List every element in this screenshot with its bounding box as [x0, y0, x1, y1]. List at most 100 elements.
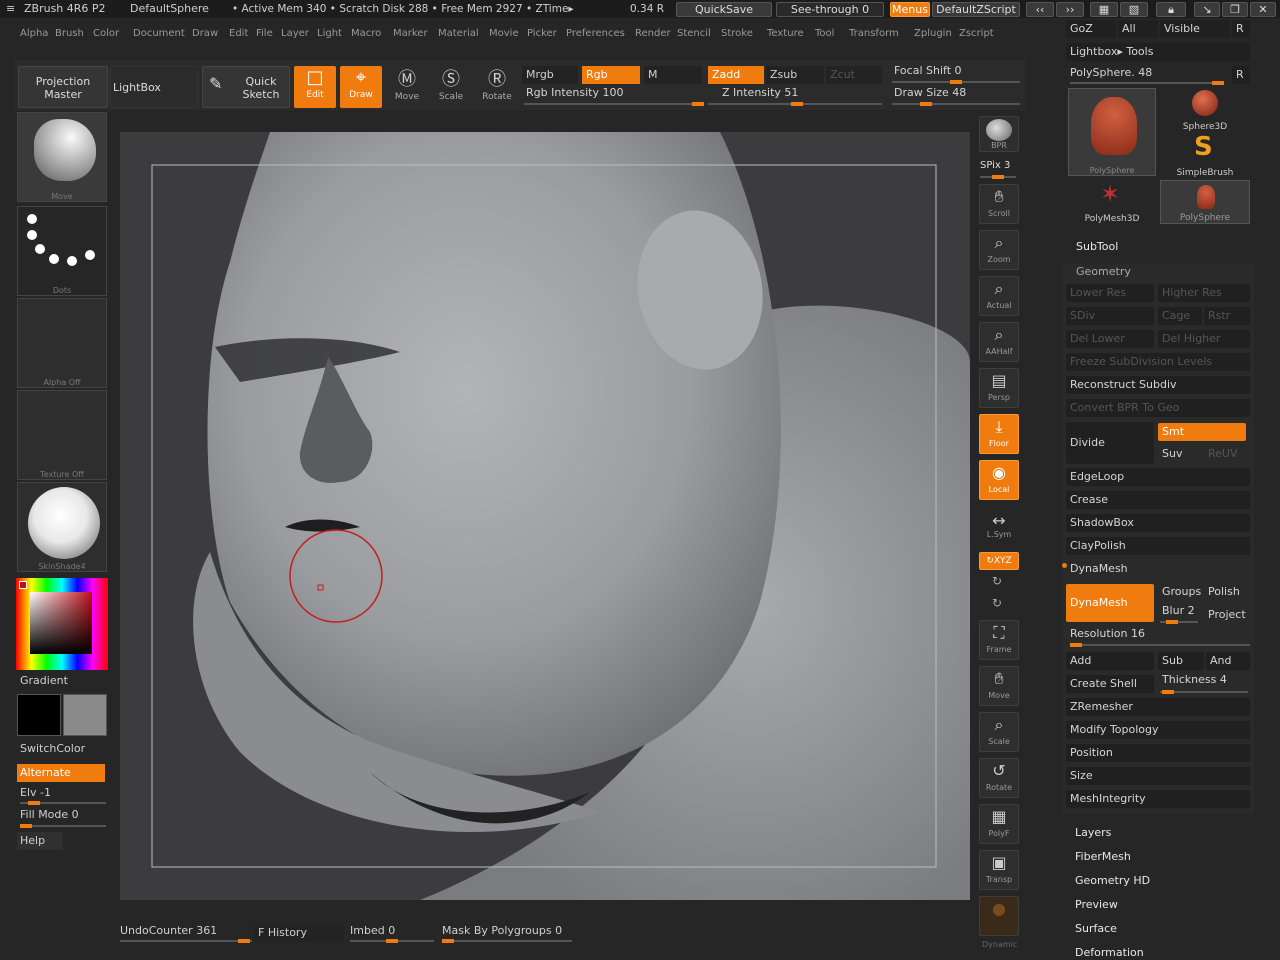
- actual-button[interactable]: ⌕ Actual: [979, 276, 1019, 316]
- rotate-button[interactable]: Ⓡ Rotate: [476, 68, 518, 108]
- menu-layer[interactable]: Layer: [281, 24, 309, 44]
- menu-color[interactable]: Color: [93, 24, 119, 44]
- polyf-button[interactable]: ▦ PolyF: [979, 804, 1019, 844]
- smt-toggle[interactable]: Smt: [1158, 423, 1246, 441]
- f-history-button[interactable]: F History: [254, 924, 344, 942]
- reconstruct-subdiv-button[interactable]: Reconstruct Subdiv: [1066, 376, 1250, 394]
- focal-shift-handle[interactable]: [950, 80, 962, 84]
- tool-thumb-sphere3d[interactable]: Sphere3D: [1160, 88, 1250, 132]
- menu-movie[interactable]: Movie: [489, 24, 519, 44]
- mrgb-toggle[interactable]: Mrgb: [522, 66, 578, 84]
- alpha-thumbnail[interactable]: Alpha Off: [17, 298, 107, 388]
- switchcolor-button[interactable]: SwitchColor: [17, 740, 105, 758]
- restore-icon[interactable]: ❐: [1222, 2, 1248, 17]
- lsym-button[interactable]: ↔ L.Sym: [979, 512, 1019, 544]
- tool-r-button[interactable]: R: [1232, 66, 1250, 84]
- tool-thumb-polysphere[interactable]: PolySphere: [1160, 180, 1250, 224]
- project-toggle[interactable]: Project: [1204, 606, 1250, 624]
- menu-zplugin[interactable]: Zplugin: [914, 24, 952, 44]
- persp-button[interactable]: ▤ Persp: [979, 368, 1019, 408]
- preview-header[interactable]: Preview: [1075, 898, 1118, 911]
- goz-button[interactable]: GoZ: [1066, 20, 1116, 38]
- zcut-toggle[interactable]: Zcut: [826, 66, 882, 84]
- draw-button[interactable]: ⌖ Draw: [340, 66, 382, 108]
- del-lower-button[interactable]: Del Lower: [1066, 330, 1154, 348]
- thickness-slider[interactable]: [1160, 690, 1248, 694]
- close-icon[interactable]: ✕: [1250, 2, 1276, 17]
- menu-zscript[interactable]: Zscript: [959, 24, 994, 44]
- bpr-button[interactable]: BPR: [979, 116, 1019, 152]
- higher-res-button[interactable]: Higher Res: [1158, 284, 1250, 302]
- menu-tool[interactable]: Tool: [815, 24, 834, 44]
- menu-marker[interactable]: Marker: [393, 24, 428, 44]
- spix-slider[interactable]: [980, 175, 1016, 179]
- lower-res-button[interactable]: Lower Res: [1066, 284, 1154, 302]
- hide-palette-icon[interactable]: ‹‹: [1026, 2, 1054, 17]
- divide-button[interactable]: Divide: [1066, 422, 1154, 464]
- dynamic-button[interactable]: ●: [979, 896, 1019, 936]
- freeze-subdivision-button[interactable]: Freeze SubDivision Levels: [1066, 353, 1250, 371]
- lightbox-button[interactable]: LightBox: [110, 66, 198, 108]
- z-intensity-handle[interactable]: [791, 102, 803, 106]
- draw-size-handle[interactable]: [920, 102, 932, 106]
- del-higher-button[interactable]: Del Higher: [1158, 330, 1250, 348]
- z-rotate-icon[interactable]: ↻: [992, 596, 1002, 610]
- blur-slider-track[interactable]: [1160, 620, 1198, 624]
- sdiv-slider[interactable]: SDiv: [1066, 307, 1154, 325]
- tool-thumb-simplebrush[interactable]: S SimpleBrush: [1160, 132, 1250, 178]
- rgb-intensity-slider[interactable]: [524, 102, 704, 106]
- quicksave-button[interactable]: QuickSave: [676, 2, 772, 17]
- quick-sketch-button[interactable]: ✎ Quick Sketch: [202, 66, 290, 108]
- y-rotate-icon[interactable]: ↻: [992, 574, 1002, 588]
- menu-brush[interactable]: Brush: [55, 24, 84, 44]
- fill-mode-slider[interactable]: [20, 824, 106, 828]
- add-button[interactable]: Add: [1066, 652, 1154, 670]
- zadd-toggle[interactable]: Zadd: [708, 66, 764, 84]
- floor-button[interactable]: ⤓ Floor: [979, 414, 1019, 454]
- imbed-handle[interactable]: [386, 939, 398, 943]
- geometry-header[interactable]: Geometry: [1076, 265, 1131, 278]
- transp-button[interactable]: ▣ Transp: [979, 850, 1019, 890]
- sculpt-viewport[interactable]: [120, 132, 970, 900]
- menu-macro[interactable]: Macro: [351, 24, 381, 44]
- move-button[interactable]: Ⓜ Move: [386, 68, 428, 108]
- groups-toggle[interactable]: Groups: [1158, 583, 1204, 601]
- polish-toggle[interactable]: Polish: [1204, 583, 1250, 601]
- menu-stroke[interactable]: Stroke: [721, 24, 753, 44]
- spix-handle[interactable]: [992, 175, 1004, 179]
- subtool-header[interactable]: SubTool: [1076, 240, 1118, 253]
- menu-picker[interactable]: Picker: [527, 24, 557, 44]
- color-picker[interactable]: [16, 578, 108, 670]
- menus-toggle[interactable]: Menus: [890, 2, 930, 17]
- suv-toggle[interactable]: Suv: [1158, 445, 1202, 463]
- alternate-toggle[interactable]: Alternate: [17, 764, 105, 782]
- edit-button[interactable]: □ Edit: [294, 66, 336, 108]
- z-intensity-slider[interactable]: [708, 102, 882, 106]
- convert-bpr-button[interactable]: Convert BPR To Geo: [1066, 399, 1250, 417]
- menu-document[interactable]: Document: [133, 24, 185, 44]
- surface-header[interactable]: Surface: [1075, 922, 1117, 935]
- blur-slider[interactable]: Blur 2: [1158, 602, 1204, 620]
- fibermesh-header[interactable]: FiberMesh: [1075, 850, 1131, 863]
- brush-thumbnail[interactable]: Move: [17, 112, 107, 202]
- menu-light[interactable]: Light: [317, 24, 342, 44]
- minimize-icon[interactable]: ↘: [1194, 2, 1220, 17]
- tool-thumb-polymesh3d[interactable]: ✶ PolyMesh3D: [1068, 180, 1156, 224]
- frame-button[interactable]: ⛶ Frame: [979, 620, 1019, 660]
- zremesher-header[interactable]: ZRemesher: [1066, 698, 1250, 716]
- help-button[interactable]: Help: [17, 832, 63, 850]
- mask-by-polygroups-slider[interactable]: [442, 939, 572, 943]
- xyz-button[interactable]: ↻XYZ: [979, 552, 1019, 570]
- focal-shift-slider[interactable]: [892, 80, 1020, 84]
- menu-preferences[interactable]: Preferences: [566, 24, 625, 44]
- layers-header[interactable]: Layers: [1075, 826, 1111, 839]
- secondary-color-swatch[interactable]: [63, 694, 107, 736]
- undo-counter-slider[interactable]: [120, 939, 252, 943]
- blur-handle[interactable]: [1166, 620, 1178, 624]
- material-thumbnail[interactable]: SkinShade4: [17, 482, 107, 572]
- rstr-button[interactable]: Rstr: [1204, 307, 1250, 325]
- thickness-handle[interactable]: [1162, 690, 1174, 694]
- stroke-thumbnail[interactable]: Dots: [17, 206, 107, 296]
- menu-draw[interactable]: Draw: [192, 24, 218, 44]
- tool-thumb-polysphere-active[interactable]: PolySphere: [1068, 88, 1156, 176]
